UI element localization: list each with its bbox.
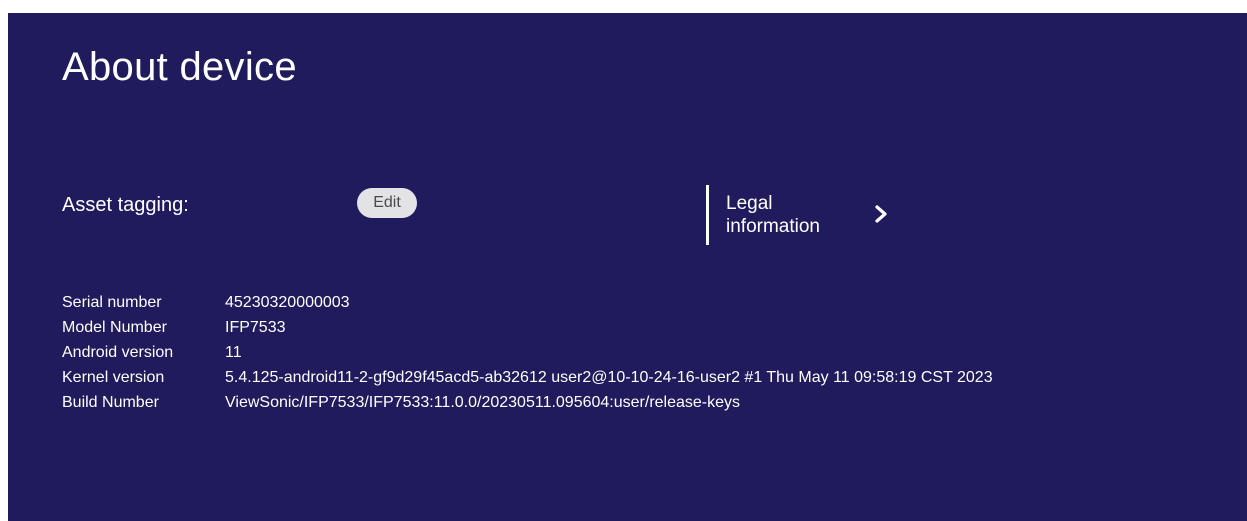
info-value: 5.4.125-android11-2-gf9d29f45acd5-ab3261… (225, 369, 993, 386)
legal-label-line1: Legal (726, 193, 773, 214)
info-key: Kernel version (62, 369, 165, 386)
info-key: Model Number (62, 319, 167, 336)
legal-information-label: Legal information (726, 192, 846, 238)
info-value: ViewSonic/IFP7533/IFP7533:11.0.0/2023051… (225, 394, 741, 411)
info-key: Serial number (62, 294, 162, 311)
about-device-panel: About device Asset tagging: Edit Legal i… (8, 13, 1247, 521)
chevron-right-icon (875, 205, 887, 223)
info-value: 45230320000003 (225, 294, 350, 311)
page-title: About device (62, 45, 297, 89)
edit-button[interactable]: Edit (357, 188, 417, 218)
info-key: Android version (62, 344, 174, 361)
legal-divider (706, 185, 709, 245)
info-value: 11 (225, 344, 242, 361)
asset-tagging-label: Asset tagging: (62, 194, 189, 216)
legal-label-line2: information (726, 216, 820, 237)
info-key: Build Number (62, 394, 159, 411)
legal-information-link[interactable]: Legal information (706, 185, 906, 247)
info-value: IFP7533 (225, 319, 286, 336)
